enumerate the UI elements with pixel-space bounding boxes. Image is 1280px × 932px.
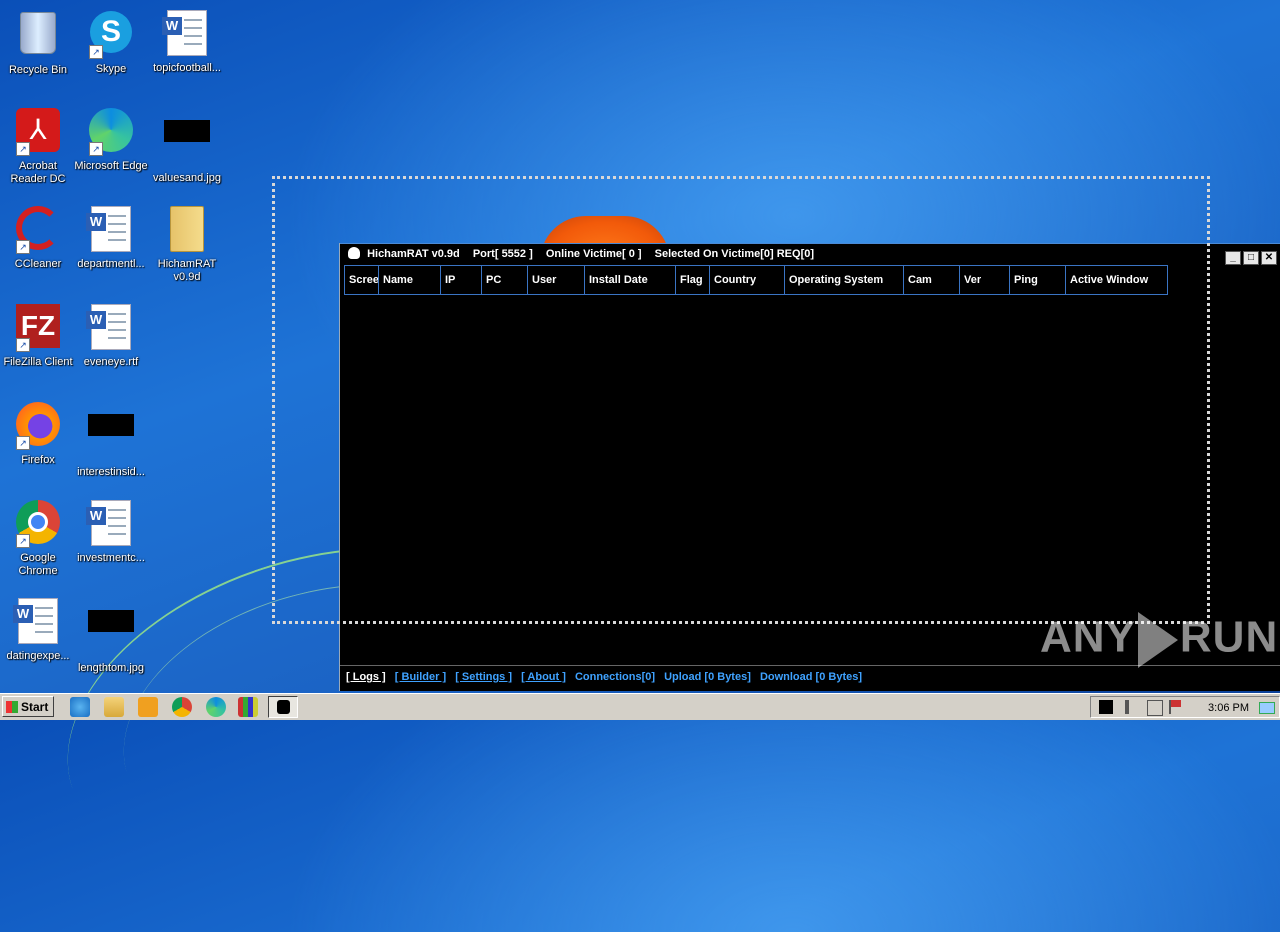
anyrun-watermark: ANY RUN — [1040, 612, 1278, 668]
internet-explorer-icon[interactable] — [70, 697, 90, 717]
desktop-icon-firefox[interactable]: ↗ Firefox — [0, 400, 76, 467]
upload-status: Upload [0 Bytes] — [664, 671, 751, 683]
chrome-taskbar-icon[interactable] — [172, 697, 192, 717]
word-document-icon: W — [86, 206, 131, 252]
minimize-button[interactable]: _ — [1225, 251, 1241, 265]
column-header-operating-system[interactable]: Operating System — [785, 265, 904, 295]
settings-link[interactable]: [ Settings ] — [455, 671, 512, 683]
start-button[interactable]: Start — [2, 696, 54, 717]
window-title: HichamRAT v0.9d — [367, 248, 460, 260]
column-header-ver[interactable]: Ver — [960, 265, 1010, 295]
online-victims-status: Online Victime[ 0 ] — [545, 248, 642, 260]
shortcut-arrow-icon: ↗ — [16, 338, 30, 352]
shortcut-arrow-icon: ↗ — [89, 45, 103, 59]
clock[interactable]: 3:06 PM — [1208, 702, 1249, 714]
desktop-icon-valuesand[interactable]: valuesand.jpg — [149, 106, 225, 185]
shortcut-arrow-icon: ↗ — [16, 534, 30, 548]
column-header-flag[interactable]: Flag — [676, 265, 710, 295]
winrar-icon[interactable] — [238, 697, 258, 717]
port-status: Port[ 5552 ] — [472, 248, 533, 260]
desktop-icon-topicfootball[interactable]: W topicfootball... — [149, 8, 225, 75]
action-center-flag-icon[interactable] — [1169, 700, 1181, 714]
hichamrat-tray-icon[interactable] — [1099, 700, 1113, 714]
image-thumbnail-icon — [164, 120, 210, 142]
builder-link[interactable]: [ Builder ] — [395, 671, 446, 683]
close-button[interactable]: ✕ — [1261, 251, 1277, 265]
column-header-pc[interactable]: PC — [482, 265, 528, 295]
download-status: Download [0 Bytes] — [759, 671, 863, 683]
desktop-icon-hichamrat[interactable]: HichamRAT v0.9d — [149, 204, 225, 284]
image-thumbnail-icon — [88, 610, 134, 632]
desktop-icon-microsoft-edge[interactable]: ↗ Microsoft Edge — [73, 106, 149, 173]
word-document-icon: W — [13, 598, 58, 644]
maximize-button[interactable]: □ — [1243, 251, 1259, 265]
system-tray: 3:06 PM — [1090, 696, 1280, 718]
desktop-icon-google-chrome[interactable]: ↗ Google Chrome — [0, 498, 76, 578]
shortcut-arrow-icon: ↗ — [16, 240, 30, 254]
column-header-user[interactable]: User — [528, 265, 585, 295]
about-link[interactable]: [ About ] — [521, 671, 566, 683]
media-player-icon[interactable] — [138, 697, 158, 717]
connections-status: Connections[0] — [574, 671, 656, 683]
column-header-screen[interactable]: Screen — [344, 265, 379, 295]
image-thumbnail-icon — [88, 414, 134, 436]
play-icon — [1137, 612, 1178, 668]
volume-icon[interactable] — [1125, 700, 1143, 714]
victim-table-header: Screen Name IP PC User Install Date Flag… — [344, 265, 1168, 295]
taskbar: Start 3:06 PM — [0, 693, 1280, 720]
column-header-cam[interactable]: Cam — [904, 265, 960, 295]
edge-taskbar-icon[interactable] — [206, 697, 226, 717]
hichamrat-taskbar-button[interactable] — [268, 696, 298, 718]
desktop-icon-eveneye[interactable]: W eveneye.rtf — [73, 302, 149, 369]
desktop-icon-acrobat-reader[interactable]: ⅄ ↗ Acrobat Reader DC — [0, 106, 76, 186]
shortcut-arrow-icon: ↗ — [16, 142, 30, 156]
desktop-icon-skype[interactable]: S ↗ Skype — [73, 8, 149, 76]
column-header-country[interactable]: Country — [710, 265, 785, 295]
desktop-icon-filezilla[interactable]: FZ ↗ FileZilla Client — [0, 302, 76, 369]
window-footer: [ Logs ] [ Builder ] [ Settings ] [ Abou… — [346, 671, 868, 683]
recycle-bin-icon — [20, 12, 56, 54]
desktop-icon-interestinsid[interactable]: interestinsid... — [73, 400, 149, 479]
desktop-icon-departmentl[interactable]: W departmentl... — [73, 204, 149, 271]
shortcut-arrow-icon: ↗ — [89, 142, 103, 156]
desktop-icon-investmentc[interactable]: W investmentc... — [73, 498, 149, 565]
selected-victims-status: Selected On Victime[0] REQ[0] — [654, 248, 815, 260]
file-explorer-icon[interactable] — [104, 697, 124, 717]
skull-icon — [348, 247, 360, 259]
show-desktop-icon[interactable] — [1259, 702, 1275, 714]
logs-link[interactable]: [ Logs ] — [346, 671, 386, 683]
desktop-icon-datingexpe[interactable]: W datingexpe... — [0, 596, 76, 663]
word-document-icon: W — [86, 304, 131, 350]
column-header-active-window[interactable]: Active Window — [1066, 265, 1168, 295]
column-header-name[interactable]: Name — [379, 265, 441, 295]
column-header-install-date[interactable]: Install Date — [585, 265, 676, 295]
desktop-icon-ccleaner[interactable]: ↗ CCleaner — [0, 204, 76, 271]
desktop-icon-lengthtom[interactable]: lengthtom.jpg — [73, 596, 149, 675]
column-header-ping[interactable]: Ping — [1010, 265, 1066, 295]
network-icon[interactable] — [1147, 700, 1163, 716]
windows-flag-icon — [6, 701, 18, 713]
word-document-icon: W — [162, 10, 207, 56]
column-header-ip[interactable]: IP — [441, 265, 482, 295]
skull-icon — [277, 700, 290, 714]
window-titlebar[interactable]: HichamRAT v0.9d Port[ 5552 ] Online Vict… — [340, 243, 1280, 265]
desktop-icon-recycle-bin[interactable]: Recycle Bin — [0, 8, 76, 77]
folder-icon — [170, 206, 204, 252]
shortcut-arrow-icon: ↗ — [16, 436, 30, 450]
word-document-icon: W — [86, 500, 131, 546]
